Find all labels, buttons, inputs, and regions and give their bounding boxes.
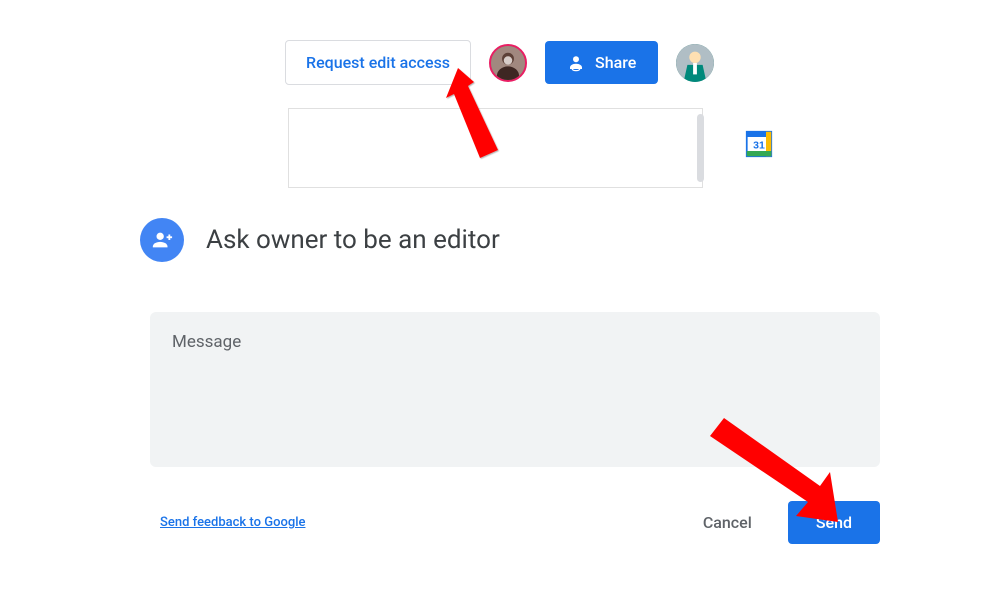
collaborator-avatar[interactable] [489, 44, 527, 82]
share-person-icon [567, 54, 585, 72]
share-button-label: Share [595, 53, 636, 72]
send-button[interactable]: Send [788, 501, 880, 544]
cancel-button[interactable]: Cancel [689, 503, 766, 542]
dialog-actions: Cancel Send [689, 501, 880, 544]
send-feedback-link[interactable]: Send feedback to Google [160, 515, 305, 530]
person-add-icon [140, 218, 184, 262]
person-avatar-icon [491, 46, 525, 80]
person-avatar-icon [676, 44, 714, 82]
request-edit-access-button[interactable]: Request edit access [285, 40, 471, 85]
dialog-title: Ask owner to be an editor [206, 225, 500, 255]
share-button[interactable]: Share [545, 41, 658, 84]
calendar-icon: 31 [745, 130, 773, 158]
request-access-dialog: Ask owner to be an editor Send feedback … [140, 218, 880, 544]
google-calendar-sidebar-button[interactable]: 31 [745, 130, 773, 158]
dialog-footer: Send feedback to Google Cancel Send [160, 501, 880, 544]
user-account-avatar[interactable] [676, 44, 714, 82]
document-body-area [288, 108, 703, 188]
svg-text:31: 31 [753, 139, 765, 151]
top-toolbar: Request edit access Share [285, 40, 714, 85]
dialog-header: Ask owner to be an editor [140, 218, 880, 262]
message-textarea[interactable] [150, 312, 880, 467]
